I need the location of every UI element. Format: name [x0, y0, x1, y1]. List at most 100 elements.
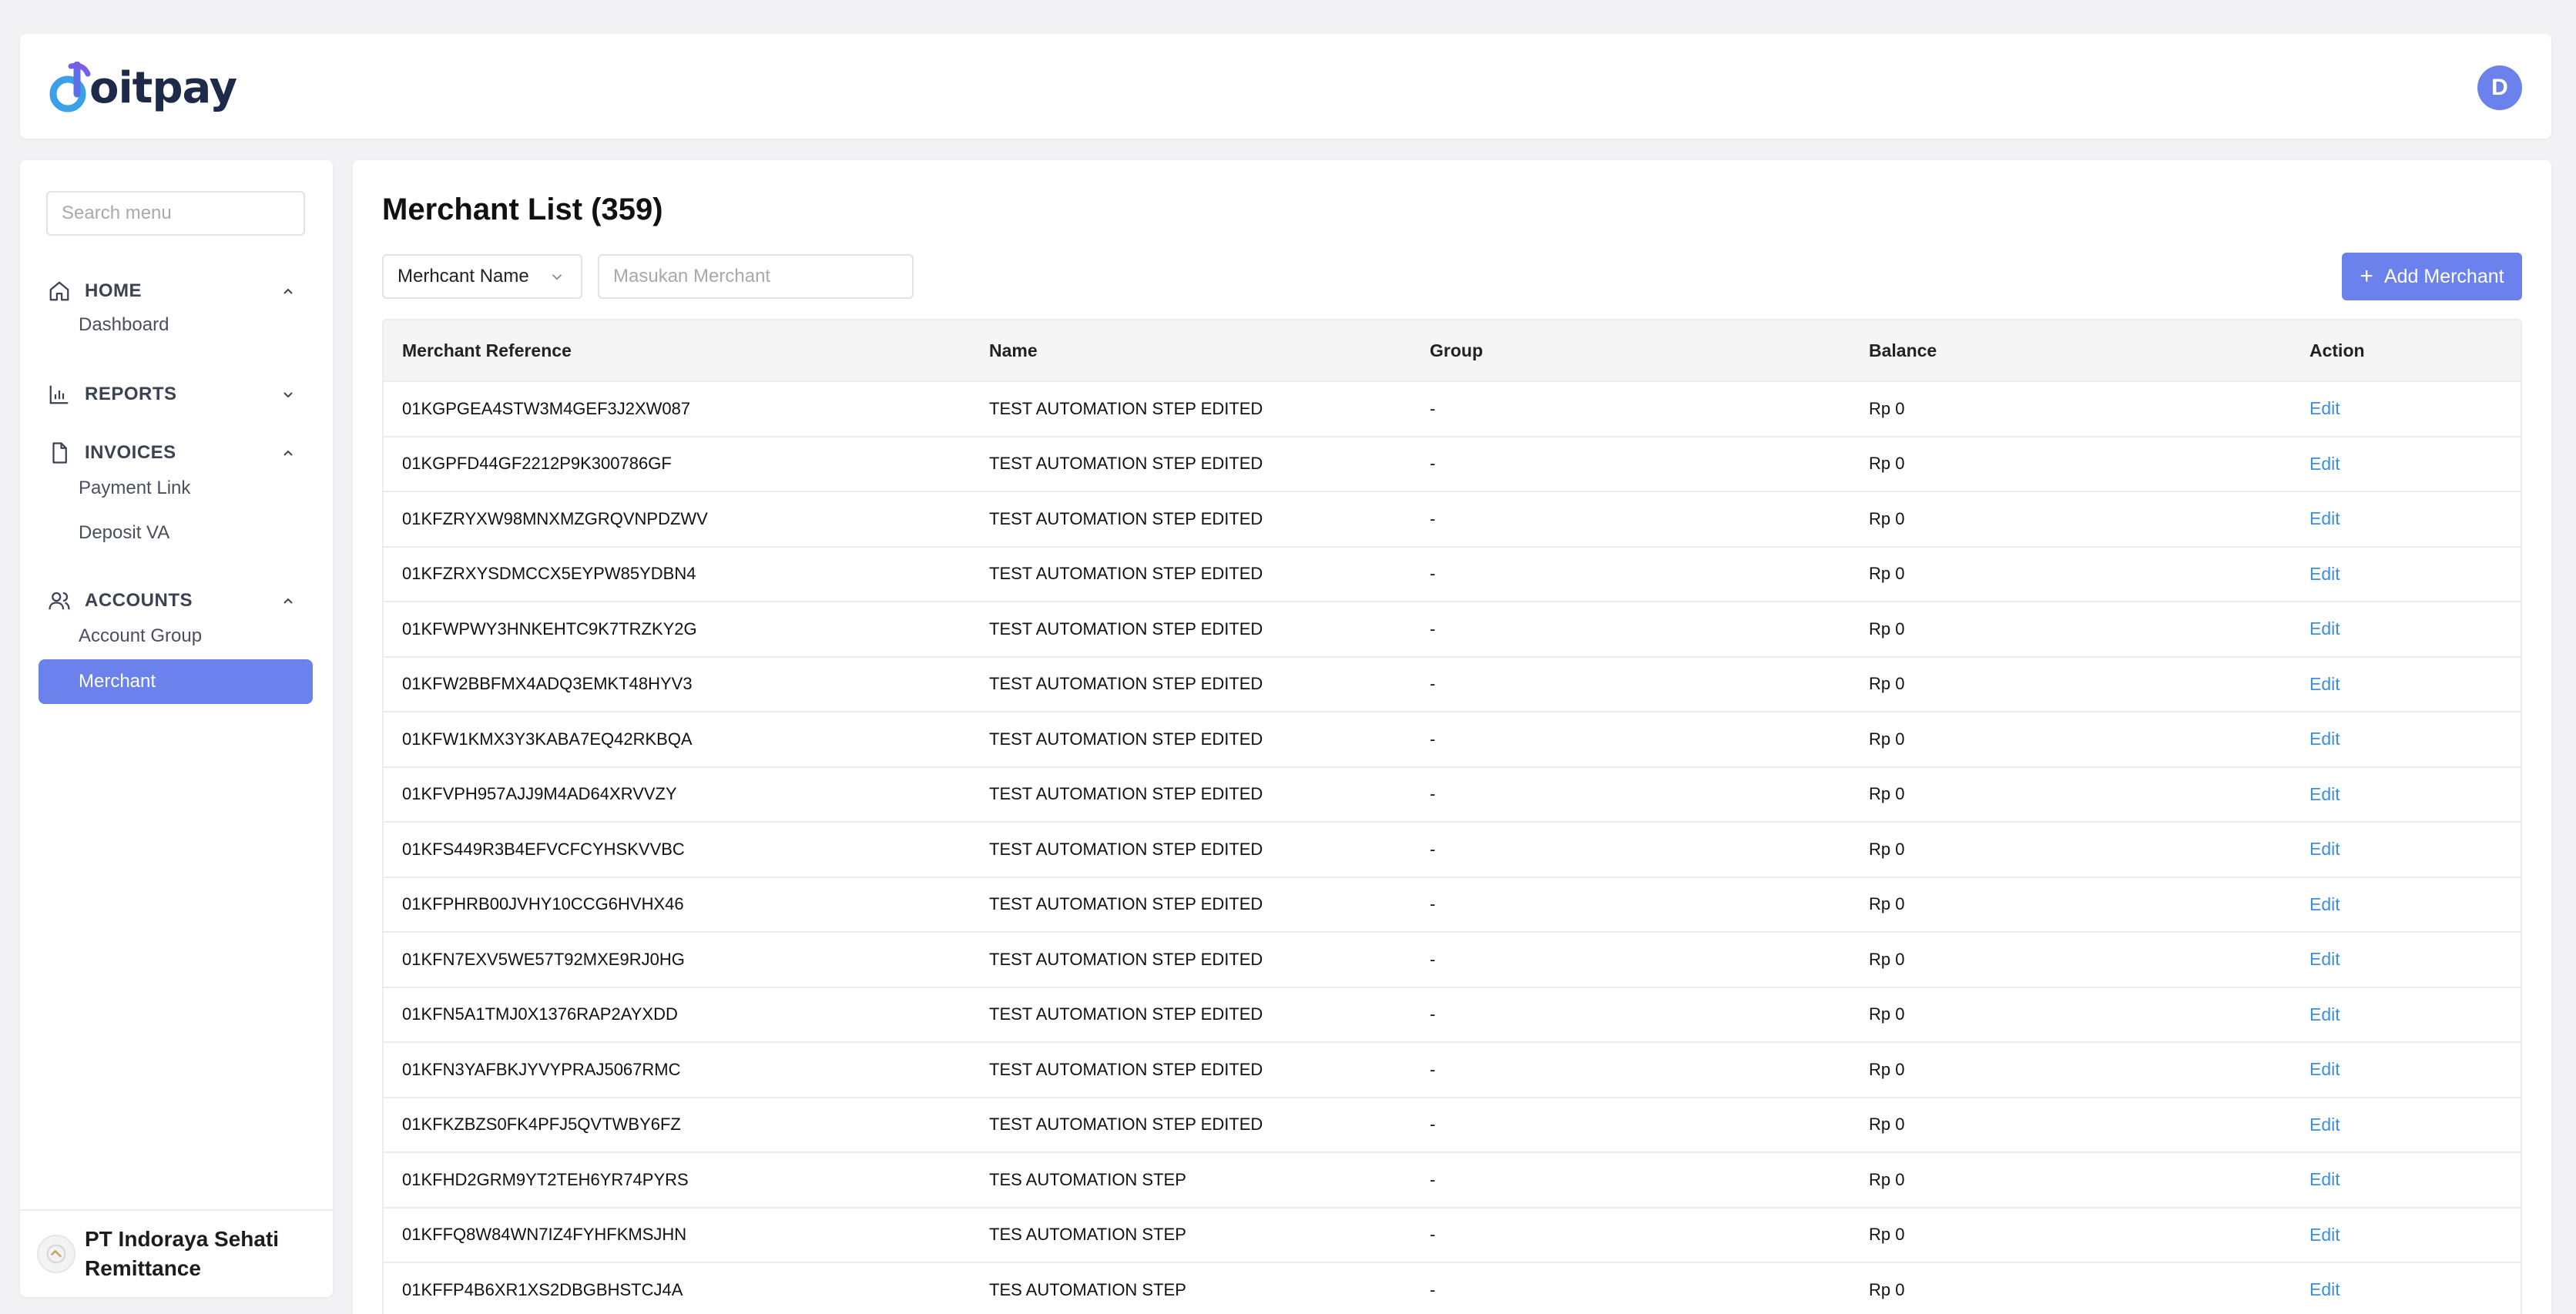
table-row[interactable]: 01KFN3YAFBKJYVYPRAJ5067RMC TEST AUTOMATIO…: [384, 1043, 2521, 1098]
company-info[interactable]: PT Indoraya Sehati Remittance: [20, 1209, 333, 1297]
merchant-group-cell: -: [1430, 508, 1436, 528]
action-cell: Edit: [2291, 784, 2521, 805]
sidebar-section-home[interactable]: HOME: [46, 274, 305, 308]
merchant-reference-cell: 01KFS449R3B4EFVCFCYHSKVVBC: [402, 839, 685, 859]
merchant-reference-cell: 01KFN7EXV5WE57T92MXE9RJ0HG: [402, 949, 685, 969]
merchant-balance-cell: Rp 0: [1869, 398, 1905, 418]
merchant-name-cell: TEST AUTOMATION STEP EDITED: [989, 674, 1263, 694]
column-header-balance[interactable]: Balance: [1850, 340, 2291, 361]
merchant-group-cell: -: [1430, 839, 1436, 859]
action-cell: Edit: [2291, 894, 2521, 915]
merchant-reference-cell: 01KFN3YAFBKJYVYPRAJ5067RMC: [402, 1059, 681, 1079]
edit-link[interactable]: Edit: [2309, 894, 2340, 914]
merchant-search-input[interactable]: [598, 254, 914, 299]
sidebar-section-label: REPORTS: [85, 384, 177, 404]
merchant-name-cell: TEST AUTOMATION STEP EDITED: [989, 1004, 1263, 1024]
table-row[interactable]: 01KFFP4B6XR1XS2DBGBHSTCJ4A TES AUTOMATION…: [384, 1263, 2521, 1314]
merchant-reference-cell: 01KFW2BBFMX4ADQ3EMKT48HYV3: [402, 674, 693, 694]
edit-link[interactable]: Edit: [2309, 1115, 2340, 1135]
table-row[interactable]: 01KGPGEA4STW3M4GEF3J2XW087 TEST AUTOMATIO…: [384, 382, 2521, 437]
action-cell: Edit: [2291, 564, 2521, 585]
merchant-name-cell: TEST AUTOMATION STEP EDITED: [989, 564, 1263, 584]
merchant-balance-cell: Rp 0: [1869, 894, 1905, 914]
edit-link[interactable]: Edit: [2309, 839, 2340, 859]
action-cell: Edit: [2291, 674, 2521, 695]
page-title: Merchant List (359): [382, 193, 663, 226]
table-row[interactable]: 01KFZRYXW98MNXMZGRQVNPDZWV TEST AUTOMATIO…: [384, 492, 2521, 548]
merchant-balance-cell: Rp 0: [1869, 618, 1905, 639]
merchant-balance-cell: Rp 0: [1869, 454, 1905, 474]
sidebar-section-invoices[interactable]: INVOICES: [46, 436, 305, 470]
edit-link[interactable]: Edit: [2309, 1225, 2340, 1245]
search-menu-input[interactable]: [46, 191, 305, 236]
table-row[interactable]: 01KFVPH957AJJ9M4AD64XRVVZY TEST AUTOMATIO…: [384, 768, 2521, 823]
edit-link[interactable]: Edit: [2309, 1059, 2340, 1079]
edit-link[interactable]: Edit: [2309, 454, 2340, 474]
user-avatar[interactable]: D: [2477, 65, 2522, 110]
edit-link[interactable]: Edit: [2309, 564, 2340, 584]
edit-link[interactable]: Edit: [2309, 729, 2340, 749]
sidebar-section-label: HOME: [85, 280, 142, 301]
chevron-up-icon: [277, 442, 299, 464]
merchant-balance-cell: Rp 0: [1869, 1115, 1905, 1135]
edit-link[interactable]: Edit: [2309, 784, 2340, 804]
table-row[interactable]: 01KGPFD44GF2212P9K300786GF TEST AUTOMATIO…: [384, 437, 2521, 492]
table-row[interactable]: 01KFW2BBFMX4ADQ3EMKT48HYV3 TEST AUTOMATIO…: [384, 658, 2521, 712]
edit-link[interactable]: Edit: [2309, 398, 2340, 418]
sidebar-item-deposit-va[interactable]: Deposit VA: [79, 522, 169, 544]
table-row[interactable]: 01KFS449R3B4EFVCFCYHSKVVBC TEST AUTOMATIO…: [384, 823, 2521, 878]
edit-link[interactable]: Edit: [2309, 949, 2340, 969]
merchant-group-cell: -: [1430, 1225, 1436, 1245]
brand-logo[interactable]: oitpay: [48, 57, 237, 119]
merchant-name-cell: TEST AUTOMATION STEP EDITED: [989, 398, 1263, 418]
table-row[interactable]: 01KFN7EXV5WE57T92MXE9RJ0HG TEST AUTOMATIO…: [384, 933, 2521, 988]
column-header-action: Action: [2309, 340, 2365, 360]
merchant-reference-cell: 01KFWPWY3HNKEHTC9K7TRZKY2G: [402, 618, 697, 639]
company-name-line1: PT Indoraya Sehati: [85, 1227, 280, 1251]
table-row[interactable]: 01KFW1KMX3Y3KABA7EQ42RKBQA TEST AUTOMATIO…: [384, 712, 2521, 768]
column-header-merchant-reference[interactable]: Merchant Reference: [384, 340, 971, 361]
action-cell: Edit: [2291, 1169, 2521, 1190]
edit-link[interactable]: Edit: [2309, 1004, 2340, 1024]
column-header-name[interactable]: Name: [971, 340, 1411, 361]
edit-link[interactable]: Edit: [2309, 1279, 2340, 1299]
sidebar-item-merchant[interactable]: Merchant: [39, 659, 313, 704]
sidebar-section-label: INVOICES: [85, 442, 176, 463]
table-row[interactable]: 01KFKZBZS0FK4PFJ5QVTWBY6FZ TEST AUTOMATIO…: [384, 1098, 2521, 1153]
merchant-group-cell: -: [1430, 674, 1436, 694]
sidebar-item-payment-link[interactable]: Payment Link: [79, 478, 190, 499]
chevron-down-icon: [277, 384, 299, 405]
action-cell: Edit: [2291, 729, 2521, 749]
merchant-group-cell: -: [1430, 398, 1436, 418]
table-row[interactable]: 01KFWPWY3HNKEHTC9K7TRZKY2G TEST AUTOMATIO…: [384, 602, 2521, 658]
edit-link[interactable]: Edit: [2309, 1169, 2340, 1189]
sidebar-section-reports[interactable]: REPORTS: [46, 377, 305, 411]
add-merchant-button[interactable]: + Add Merchant: [2342, 253, 2522, 300]
edit-link[interactable]: Edit: [2309, 618, 2340, 639]
merchant-group-cell: -: [1430, 1059, 1436, 1079]
table-row[interactable]: 01KFN5A1TMJ0X1376RAP2AYXDD TEST AUTOMATIO…: [384, 988, 2521, 1043]
column-header-group[interactable]: Group: [1411, 340, 1850, 361]
table-row[interactable]: 01KFFQ8W84WN7IZ4FYHFKMSJHN TES AUTOMATION…: [384, 1208, 2521, 1263]
sidebar-item-account-group[interactable]: Account Group: [79, 625, 202, 647]
merchant-name-cell: TEST AUTOMATION STEP EDITED: [989, 784, 1263, 804]
merchant-reference-cell: 01KFHD2GRM9YT2TEH6YR74PYRS: [402, 1169, 689, 1189]
action-cell: Edit: [2291, 1225, 2521, 1245]
table-row[interactable]: 01KFPHRB00JVHY10CCG6HVHX46 TEST AUTOMATIO…: [384, 878, 2521, 933]
action-cell: Edit: [2291, 949, 2521, 970]
merchant-balance-cell: Rp 0: [1869, 1169, 1905, 1189]
table-row[interactable]: 01KFZRXYSDMCCX5EYPW85YDBN4 TEST AUTOMATIO…: [384, 548, 2521, 602]
edit-link[interactable]: Edit: [2309, 674, 2340, 694]
merchant-group-cell: -: [1430, 729, 1436, 749]
merchant-balance-cell: Rp 0: [1869, 784, 1905, 804]
logo-text: oitpay: [89, 62, 237, 113]
edit-link[interactable]: Edit: [2309, 508, 2340, 528]
merchant-balance-cell: Rp 0: [1869, 1225, 1905, 1245]
sidebar-section-accounts[interactable]: ACCOUNTS: [46, 584, 305, 618]
sidebar-item-dashboard[interactable]: Dashboard: [79, 314, 169, 336]
merchant-group-cell: -: [1430, 454, 1436, 474]
table-row[interactable]: 01KFHD2GRM9YT2TEH6YR74PYRS TES AUTOMATION…: [384, 1153, 2521, 1208]
action-cell: Edit: [2291, 1115, 2521, 1135]
filter-field-select[interactable]: Merhcant Name: [382, 254, 582, 299]
top-bar: oitpay D: [20, 34, 2551, 139]
